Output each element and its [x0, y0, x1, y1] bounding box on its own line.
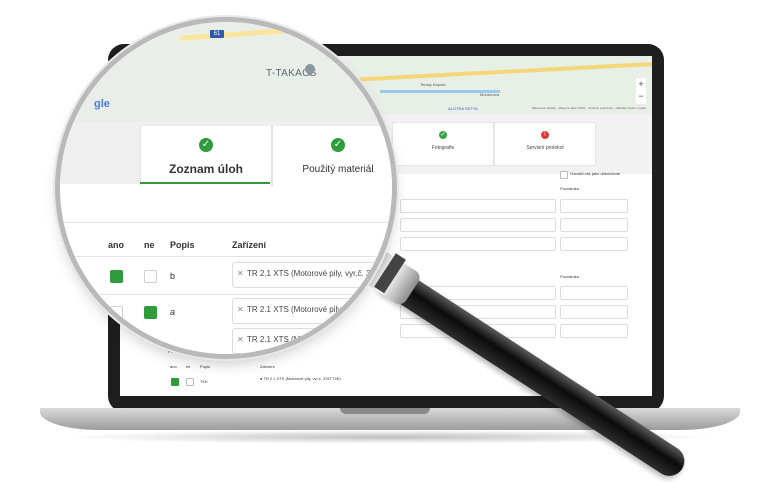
col-no: ne	[186, 364, 191, 369]
tab-label: Zoznam úloh	[169, 162, 243, 176]
no-checkbox[interactable]	[144, 270, 157, 283]
col-description: Popis	[170, 240, 195, 250]
tab-used-material[interactable]: ✓ Použitý materiál	[272, 126, 392, 186]
device-field[interactable]: ✕ TR 2.1 XTS (Motorové pily, vyr	[232, 298, 392, 324]
zoom-in-button[interactable]: +	[636, 78, 646, 90]
no-checkbox[interactable]	[144, 306, 157, 319]
device-field[interactable]: ✕ TR 2.1 XTS (Motorové pily, vyr.č. 376T…	[232, 262, 392, 288]
divider	[60, 256, 392, 257]
col-description: Popis	[200, 364, 211, 369]
note-input[interactable]	[560, 237, 628, 251]
row-description: b	[170, 271, 176, 281]
map-label: Mordorova	[480, 92, 500, 97]
note-input[interactable]	[560, 199, 628, 213]
device-input[interactable]	[400, 199, 556, 213]
note-input[interactable]	[560, 305, 628, 319]
check-icon: ✓	[439, 131, 447, 139]
tab-task-list[interactable]: ✓ Zoznam úloh	[140, 126, 272, 186]
note-input[interactable]	[560, 218, 628, 232]
road-number-badge: 61	[210, 30, 224, 38]
note-input[interactable]	[560, 324, 628, 338]
exclamation-icon: !	[541, 131, 549, 139]
note-input[interactable]	[560, 286, 628, 300]
map-zoom-control[interactable]: + −	[636, 78, 646, 104]
remove-icon[interactable]: ✕	[237, 269, 244, 278]
active-tab-indicator	[140, 182, 270, 184]
remove-icon[interactable]: ✕	[237, 305, 244, 314]
row-device: ● TR 2.1 XTS (Motorové pily, vyr.č. 376T…	[260, 376, 341, 381]
check-icon: ✓	[331, 138, 345, 152]
device-input[interactable]	[400, 218, 556, 232]
row-description: TKK	[200, 379, 208, 384]
device-value: TR 2.1 XTS (M	[247, 335, 301, 344]
note-header: Poznámka	[560, 274, 579, 279]
zoom-out-button[interactable]: −	[636, 90, 646, 102]
laptop-notch	[340, 408, 430, 414]
mark-all-label: Označit vše jako dokončené	[570, 171, 621, 176]
map-label: Terasy Kapota	[420, 82, 446, 87]
section-label: PTS	[168, 349, 176, 354]
note-header: Poznámka	[560, 186, 579, 191]
col-device: Zařízení	[232, 240, 267, 250]
yes-checkbox[interactable]	[110, 306, 123, 319]
tab-label: Servisní protokol	[526, 145, 564, 151]
tab-service-protocol[interactable]: ! Servisní protokol	[494, 122, 596, 166]
remove-icon[interactable]: ✕	[237, 335, 244, 344]
divider	[60, 294, 392, 295]
tab-photos[interactable]: ✓ Fotografie	[392, 122, 494, 166]
yes-checkbox[interactable]	[171, 378, 179, 386]
mark-all-checkbox[interactable]	[560, 171, 568, 179]
device-field[interactable]: ✕ TR 2.1 XTS (M	[232, 328, 392, 354]
col-device: Zařízení	[260, 364, 275, 369]
device-value: TR 2.1 XTS (Motorové pily, vyr.č. 376TT	[247, 269, 390, 278]
no-checkbox[interactable]	[186, 378, 194, 386]
col-yes: ano	[170, 364, 177, 369]
device-value: TR 2.1 XTS (Motorové pily, vyr	[247, 305, 356, 314]
map-label: ALOTRA SETYA	[448, 106, 478, 111]
tab-label: Použitý materiál	[302, 164, 374, 175]
divider	[60, 222, 392, 223]
col-yes: ano	[108, 240, 125, 250]
magnifier-lens: 61 T-TAKACS gle ✓ Zoznam úloh ✓ Použitý …	[60, 22, 392, 354]
row-description: a	[170, 307, 176, 317]
tab-label: Fotografie	[431, 145, 455, 151]
google-logo: gle	[94, 98, 110, 110]
check-icon: ✓	[199, 138, 213, 152]
device-input[interactable]	[400, 237, 556, 251]
yes-checkbox[interactable]	[110, 270, 123, 283]
col-no: ne	[144, 240, 155, 250]
map-attribution: Klávesové zkratky · Mapová data ©2021 · …	[531, 106, 646, 110]
